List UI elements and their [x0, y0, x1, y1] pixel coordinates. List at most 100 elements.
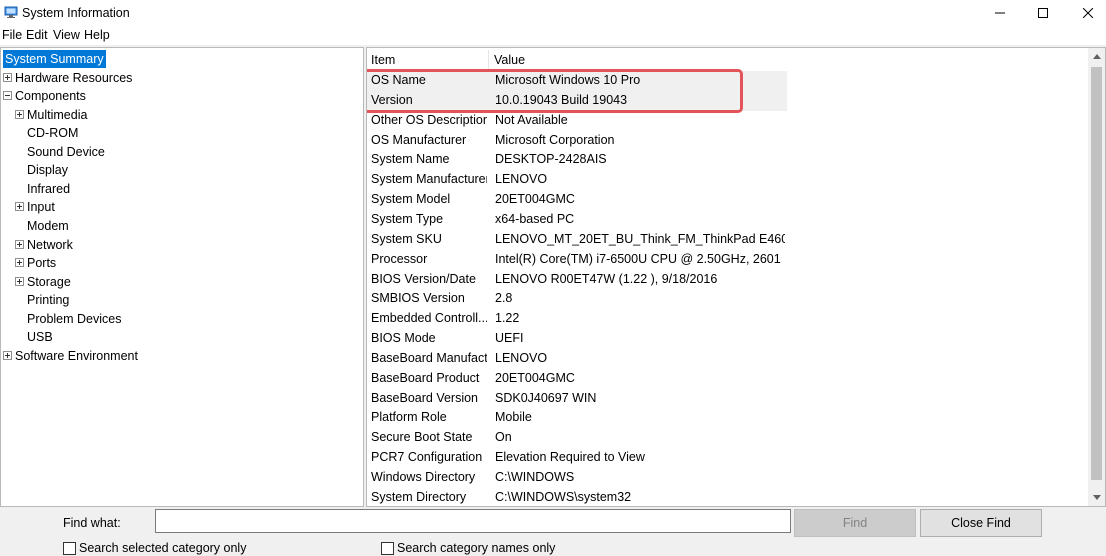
scroll-up-button[interactable] — [1088, 48, 1105, 65]
cell-value: Not Available — [495, 112, 568, 127]
tree-item-label: Display — [27, 163, 68, 178]
table-row[interactable]: BaseBoard Product 20ET004GMC — [367, 369, 787, 389]
cell-value: LENOVO — [495, 172, 548, 187]
checkbox-box[interactable] — [381, 541, 394, 555]
cell-item: Windows Directory — [371, 470, 476, 484]
search-selected-category-checkbox[interactable]: Search selected category only — [63, 540, 246, 556]
tree-item-label: Network — [27, 237, 73, 252]
find-what-label: Find what: — [63, 516, 121, 530]
table-row[interactable]: Secure Boot State On — [367, 428, 787, 448]
cell-item: Version — [371, 92, 413, 107]
close-icon — [1083, 8, 1093, 18]
tree-item[interactable]: Display — [15, 161, 70, 179]
expand-plus-icon[interactable] — [15, 276, 24, 286]
table-row[interactable]: SMBIOS Version 2.8 — [367, 289, 787, 309]
expand-plus-icon[interactable] — [15, 202, 24, 212]
cell-value: 20ET004GMC — [495, 370, 575, 385]
collapse-minus-icon[interactable] — [3, 91, 12, 101]
cell-value: C:\WINDOWS — [495, 470, 575, 484]
cell-item: BIOS Version/Date — [371, 271, 476, 286]
close-button[interactable] — [1065, 0, 1106, 26]
minimize-button[interactable] — [977, 0, 1023, 26]
table-row[interactable]: System Manufacturer LENOVO — [367, 170, 787, 190]
menu-file[interactable]: File — [2, 28, 22, 42]
cell-item: PCR7 Configuration — [371, 450, 483, 465]
tree-item[interactable]: Components — [3, 87, 88, 105]
table-row[interactable]: BaseBoard Version SDK0J40697 WIN — [367, 389, 787, 409]
expand-plus-icon[interactable] — [3, 350, 12, 360]
tree-item[interactable]: Problem Devices — [15, 310, 123, 328]
search-category-names-checkbox[interactable]: Search category names only — [381, 540, 555, 556]
table-row[interactable]: BIOS Version/Date LENOVO R00ET47W (1.22 )… — [367, 270, 787, 290]
tree-item[interactable]: Software Environment — [3, 347, 140, 365]
tree-item[interactable]: Sound Device — [15, 143, 107, 161]
tree-item[interactable]: CD-ROM — [15, 124, 80, 142]
cell-item: SMBIOS Version — [371, 291, 465, 306]
tree-item[interactable]: Input — [15, 198, 57, 216]
chevron-down-icon — [1092, 495, 1101, 500]
expand-plus-icon[interactable] — [3, 72, 12, 82]
cell-value: 10.0.19043 Build 19043 — [495, 92, 628, 107]
expand-plus-icon[interactable] — [15, 239, 24, 249]
table-row[interactable]: BaseBoard Manufact... LENOVO — [367, 349, 787, 369]
table-row[interactable]: System Directory C:\WINDOWS\system32 — [367, 488, 787, 506]
vertical-scrollbar[interactable] — [1088, 48, 1105, 506]
menu-edit[interactable]: Edit — [26, 28, 48, 42]
expand-plus-icon[interactable] — [15, 258, 24, 268]
expand-plus-icon[interactable] — [15, 109, 24, 119]
column-header-value[interactable]: Value — [490, 50, 785, 70]
find-button[interactable]: Find — [794, 509, 916, 537]
checkbox-box[interactable] — [63, 541, 76, 555]
tree-item-label: Software Environment — [15, 348, 138, 363]
tree-item-label: Modem — [27, 218, 69, 233]
table-row[interactable]: Processor Intel(R) Core(TM) i7-6500U CPU … — [367, 250, 787, 270]
cell-item: BaseBoard Manufact... — [371, 350, 487, 365]
scroll-down-button[interactable] — [1088, 489, 1105, 506]
table-row[interactable]: System SKU LENOVO_MT_20ET_BU_Think_FM_Thi… — [367, 230, 787, 250]
table-row[interactable]: System Name DESKTOP-2428AIS — [367, 150, 787, 170]
cell-item: Secure Boot State — [371, 430, 473, 445]
column-header-item[interactable]: Item — [367, 50, 489, 70]
tree-item[interactable]: Network — [15, 236, 75, 254]
tree-item-label: Hardware Resources — [15, 70, 133, 85]
table-row[interactable]: BIOS Mode UEFI — [367, 329, 787, 349]
table-row[interactable]: Platform Role Mobile — [367, 408, 787, 428]
tree-item[interactable]: Hardware Resources — [3, 69, 134, 87]
tree-item[interactable]: Storage — [15, 273, 73, 291]
tree-item[interactable]: System Summary — [3, 50, 106, 68]
maximize-button[interactable] — [1020, 0, 1066, 26]
cell-item: Processor — [371, 251, 428, 266]
table-row[interactable]: System Type x64-based PC — [367, 210, 787, 230]
menu-help[interactable]: Help — [84, 28, 110, 42]
table-row[interactable]: Windows Directory C:\WINDOWS — [367, 468, 787, 488]
table-row[interactable]: Version 10.0.19043 Build 19043 — [367, 90, 787, 111]
cell-value: Microsoft Windows 10 Pro — [495, 73, 641, 87]
table-row[interactable]: Embedded Controll... 1.22 — [367, 309, 787, 329]
close-find-button[interactable]: Close Find — [920, 509, 1042, 537]
tree-item[interactable]: Printing — [15, 291, 71, 309]
table-row[interactable]: Other OS Description Not Available — [367, 111, 787, 131]
tree-item[interactable]: USB — [15, 328, 55, 346]
table-row[interactable]: OS Name Microsoft Windows 10 Pro — [367, 71, 787, 91]
tree-item-label: System Summary — [3, 50, 106, 68]
category-tree[interactable]: System Summary Hardware Resources Componen… — [0, 47, 364, 507]
cell-value: UEFI — [495, 331, 524, 346]
cell-item: BaseBoard Product — [371, 370, 480, 385]
tree-item[interactable]: Multimedia — [15, 106, 89, 124]
details-list: Item Value OS Name Microsoft Windows 10 P… — [366, 47, 1106, 507]
find-what-input[interactable] — [155, 509, 791, 533]
menu-view[interactable]: View — [53, 28, 80, 42]
table-row[interactable]: PCR7 Configuration Elevation Required to … — [367, 448, 787, 468]
tree-item-label: Printing — [27, 293, 70, 308]
tree-item[interactable]: Modem — [15, 217, 71, 235]
scroll-thumb[interactable] — [1091, 67, 1102, 480]
tree-item-label: USB — [27, 330, 53, 345]
table-row[interactable]: System Model 20ET004GMC — [367, 190, 787, 210]
minimize-icon — [995, 12, 1005, 14]
table-row[interactable]: OS Manufacturer Microsoft Corporation — [367, 131, 787, 151]
tree-item[interactable]: Infrared — [15, 180, 72, 198]
tree-item-label: Infrared — [27, 181, 71, 196]
cell-item: BIOS Mode — [371, 331, 436, 346]
cell-value: Microsoft Corporation — [495, 132, 615, 147]
tree-item[interactable]: Ports — [15, 254, 58, 272]
